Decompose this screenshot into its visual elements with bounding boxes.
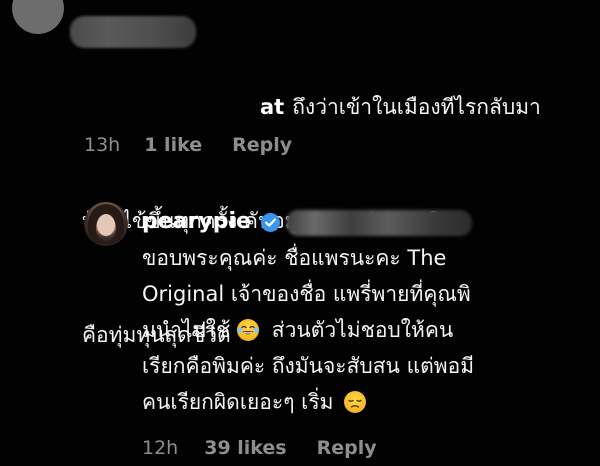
commenter-avatar[interactable]	[12, 0, 64, 34]
reply-meta: 12h 39 likes Reply	[142, 434, 377, 462]
comment-likes[interactable]: 1 like	[144, 131, 202, 159]
reply-reply-button[interactable]: Reply	[317, 434, 377, 462]
comment-top: at ถึงว่าเข้าในเมืองทีไรกลับมา บ้านไข้ขึ้…	[0, 0, 600, 347]
comments-screen: at ถึงว่าเข้าในเมืองทีไรกลับมา บ้านไข้ขึ้…	[0, 0, 600, 466]
reply-likes[interactable]: 39 likes	[204, 434, 286, 462]
comment-time: 13h	[84, 134, 121, 156]
username-suffix[interactable]: at	[260, 95, 284, 119]
reply-line-5: เรียกคือพิมค่ะ ถึงมันจะสับสน แต่พอมี	[142, 354, 475, 378]
reply-line-6: คนเรียกผิดเยอะๆ เริ่ม	[142, 390, 334, 414]
redacted-mention-block	[286, 210, 472, 236]
reply-line-3: มนำไปใช้	[142, 318, 231, 342]
reply-text: ขอบพระคุณค่ะ ชื่อแพรนะคะ The Original เจ…	[142, 240, 582, 420]
comment-reply: pearypie ขอบพระคุณค่ะ ชื่อแพรนะคะ The Or…	[0, 196, 600, 466]
comment-meta: 13h 1 like Reply	[84, 131, 292, 159]
reply-line-2: Original เจ้าของชื่อ แพรี่พายที่คุณพิ	[142, 282, 471, 306]
disappointed-face-emoji-icon	[344, 391, 367, 413]
pearypie-avatar[interactable]	[84, 202, 128, 246]
reply-line-4: ส่วนตัวไม่ชอบให้คน	[271, 318, 454, 342]
reply-username[interactable]: pearypie	[142, 208, 251, 236]
reply-button[interactable]: Reply	[232, 131, 292, 159]
laughing-tears-emoji-icon	[237, 319, 260, 341]
comment-line-1: ถึงว่าเข้าในเมืองทีไรกลับมา	[292, 95, 541, 119]
verified-badge-icon	[261, 213, 280, 232]
reply-time: 12h	[142, 437, 179, 459]
reply-line-1: ขอบพระคุณค่ะ ชื่อแพรนะคะ The	[142, 246, 447, 270]
